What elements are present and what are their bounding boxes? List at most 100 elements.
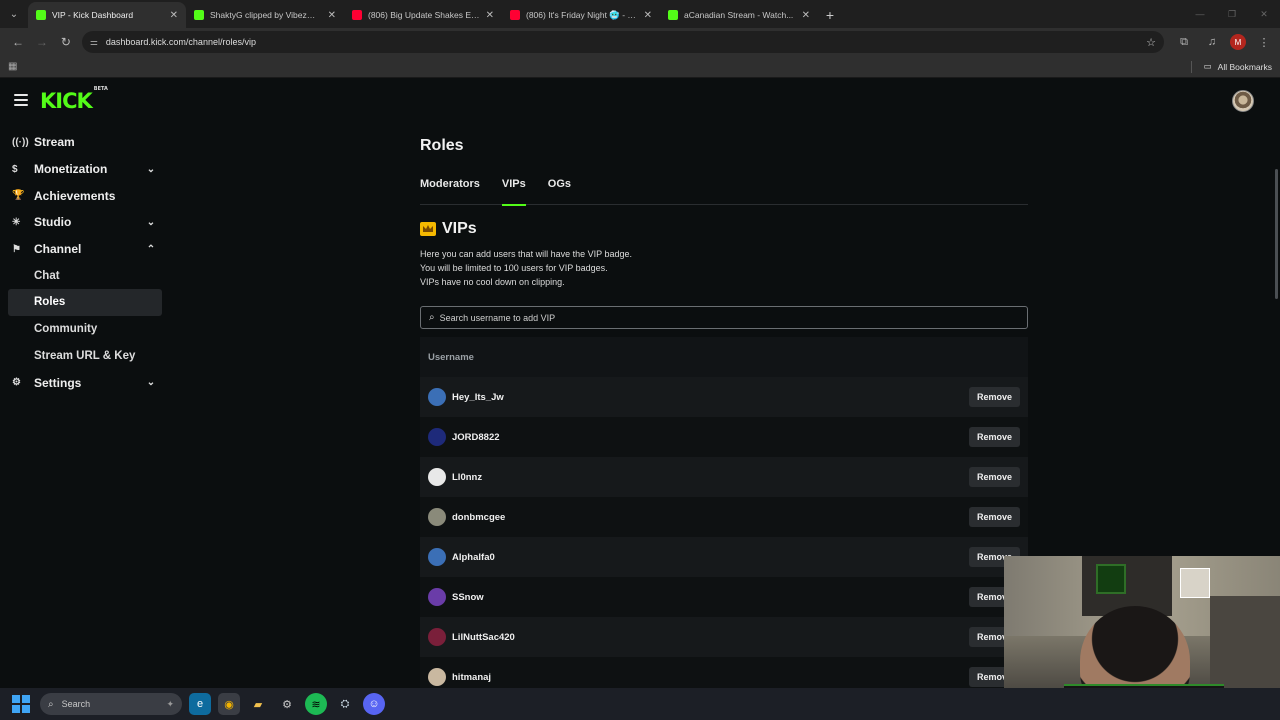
profile-avatar[interactable]: M <box>1230 34 1246 50</box>
browser-tab[interactable]: ShaktyG clipped by VibezMag... ✕ <box>186 2 344 28</box>
edge-icon[interactable]: e <box>189 693 211 715</box>
remove-vip-button[interactable]: Remove <box>968 467 1020 487</box>
hamburger-menu-icon[interactable] <box>14 94 28 106</box>
browser-tab[interactable]: (806) Big Update Shakes Econ... ✕ <box>344 2 502 28</box>
sidebar-subitem-roles[interactable]: Roles <box>8 289 162 316</box>
apps-grid-icon[interactable]: ▦ <box>8 61 17 72</box>
vip-avatar[interactable] <box>428 508 446 526</box>
sidebar-item-channel[interactable]: ⚑ Channel ⌃ <box>8 236 162 263</box>
vip-username[interactable]: LilNuttSac420 <box>452 632 969 643</box>
vip-username[interactable]: Ll0nnz <box>452 472 969 483</box>
table-header: Username <box>420 337 1028 377</box>
discord-icon[interactable]: ☺ <box>363 693 385 715</box>
channel-icon: ⚑ <box>12 243 21 255</box>
chevron-down-icon[interactable]: ⌄ <box>144 164 158 175</box>
steam-icon[interactable]: ⛭ <box>334 693 356 715</box>
tab-close-icon[interactable]: ✕ <box>644 10 652 21</box>
section-title-text: VIPs <box>442 220 477 237</box>
maximize-button[interactable]: ❐ <box>1216 0 1248 28</box>
menu-kebab-icon[interactable]: ⋮ <box>1254 32 1274 52</box>
remove-vip-button[interactable]: Remove <box>968 427 1020 447</box>
taskbar-search[interactable]: ⌕ Search ✦ <box>40 693 182 715</box>
forward-arrow-icon[interactable]: → <box>30 30 54 54</box>
vip-username[interactable]: Hey_Its_Jw <box>452 392 969 403</box>
tab-moderators[interactable]: Moderators <box>420 178 480 205</box>
tab-ogs[interactable]: OGs <box>548 178 571 205</box>
tab-vips[interactable]: VIPs <box>501 178 526 206</box>
chevron-down-icon[interactable]: ⌄ <box>144 377 158 388</box>
window-controls: — ❐ ✕ <box>1184 0 1280 28</box>
sidebar-item-settings[interactable]: ⚙ Settings ⌄ <box>8 369 162 396</box>
vip-username[interactable]: SSnow <box>452 592 969 603</box>
remove-vip-button[interactable]: Remove <box>968 507 1020 527</box>
bookmark-star-icon[interactable]: ☆ <box>1146 36 1156 49</box>
new-tab-button[interactable]: + <box>818 2 842 28</box>
tab-close-icon[interactable]: ✕ <box>486 10 494 21</box>
tab-close-icon[interactable]: ✕ <box>328 10 336 21</box>
chevron-up-icon[interactable]: ⌃ <box>144 244 158 255</box>
gear-icon: ⚙ <box>12 377 21 389</box>
minimize-button[interactable]: — <box>1184 0 1216 28</box>
vip-username[interactable]: hitmanaj <box>452 672 969 683</box>
extensions-icon[interactable]: ⧉ <box>1174 32 1194 52</box>
description-line: VIPs have no cool down on clipping. <box>420 277 565 287</box>
tab-title: (806) It's Friday Night 🥶 - You... <box>526 9 638 20</box>
page-scrollbar[interactable] <box>1275 169 1278 299</box>
vip-avatar[interactable] <box>428 628 446 646</box>
vip-avatar[interactable] <box>428 668 446 686</box>
sidebar-item-monetization[interactable]: $ Monetization ⌄ <box>8 156 162 183</box>
tab-close-icon[interactable]: ✕ <box>170 10 178 21</box>
tab-close-icon[interactable]: ✕ <box>802 10 810 21</box>
broadcast-icon: ((·)) <box>12 136 29 148</box>
chrome-icon[interactable]: ◉ <box>218 693 240 715</box>
vip-avatar[interactable] <box>428 468 446 486</box>
close-window-button[interactable]: ✕ <box>1248 0 1280 28</box>
vip-avatar[interactable] <box>428 548 446 566</box>
windows-start-icon[interactable] <box>12 695 30 713</box>
table-row: Ll0nnz Remove <box>420 457 1028 497</box>
vip-search-input[interactable] <box>439 312 1000 323</box>
reload-icon[interactable]: ↻ <box>54 30 78 54</box>
sidebar-item-achievements[interactable]: 🏆 Achievements <box>8 182 162 209</box>
site-info-icon[interactable]: ⚌ <box>90 37 98 48</box>
url-text[interactable]: dashboard.kick.com/channel/roles/vip <box>106 37 1146 47</box>
browser-tab[interactable]: VIP - Kick Dashboard ✕ <box>28 2 186 28</box>
table-row: donbmcgee Remove <box>420 497 1028 537</box>
vip-avatar[interactable] <box>428 428 446 446</box>
vip-description: Here you can add users that will have th… <box>420 247 632 289</box>
sidebar-item-label: Settings <box>34 375 82 390</box>
user-avatar[interactable] <box>1232 90 1254 112</box>
chevron-down-icon[interactable]: ⌄ <box>144 217 158 228</box>
remove-vip-button[interactable]: Remove <box>968 387 1020 407</box>
address-bar[interactable]: ⚌ dashboard.kick.com/channel/roles/vip ☆ <box>81 31 1164 53</box>
all-bookmarks-label: All Bookmarks <box>1217 61 1272 72</box>
sidebar-subitem-stream-url-key[interactable]: Stream URL & Key <box>8 343 162 370</box>
app-icon[interactable]: ⚙ <box>276 693 298 715</box>
sidebar-subitem-community[interactable]: Community <box>8 316 162 343</box>
tab-search-chevron-icon[interactable]: ⌄ <box>0 0 28 28</box>
kick-logo[interactable]: KICK BETA <box>40 86 108 113</box>
all-bookmarks-button[interactable]: ▭ All Bookmarks <box>1190 60 1272 73</box>
sidebar-item-label: Channel <box>34 242 82 257</box>
sidebar-item-stream[interactable]: ((·)) Stream <box>8 129 162 156</box>
sidebar-item-label: Stream <box>34 135 75 150</box>
vip-search-box[interactable]: ⌕ <box>420 306 1028 329</box>
vip-username[interactable]: donbmcgee <box>452 512 969 523</box>
sidebar-item-studio[interactable]: ✳ Studio ⌄ <box>8 209 162 236</box>
vip-username[interactable]: JORD8822 <box>452 432 969 443</box>
beta-tag: BETA <box>93 86 108 92</box>
tab-favicon-icon <box>352 10 362 20</box>
browser-tab[interactable]: aCanadian Stream - Watch... ✕ <box>660 2 818 28</box>
vip-username[interactable]: Alphalfa0 <box>452 552 969 563</box>
table-row: Hey_Its_Jw Remove <box>420 377 1028 417</box>
back-arrow-icon[interactable]: ← <box>6 30 30 54</box>
vip-avatar[interactable] <box>428 388 446 406</box>
media-control-icon[interactable]: ♫ <box>1202 32 1222 52</box>
tab-favicon-icon <box>194 10 204 20</box>
vip-avatar[interactable] <box>428 588 446 606</box>
spotify-icon[interactable]: ≋ <box>305 693 327 715</box>
webcam-overlay <box>1004 556 1280 710</box>
file-explorer-icon[interactable]: ▰ <box>247 693 269 715</box>
sidebar-subitem-chat[interactable]: Chat <box>8 262 162 289</box>
browser-tab[interactable]: (806) It's Friday Night 🥶 - You... ✕ <box>502 2 660 28</box>
